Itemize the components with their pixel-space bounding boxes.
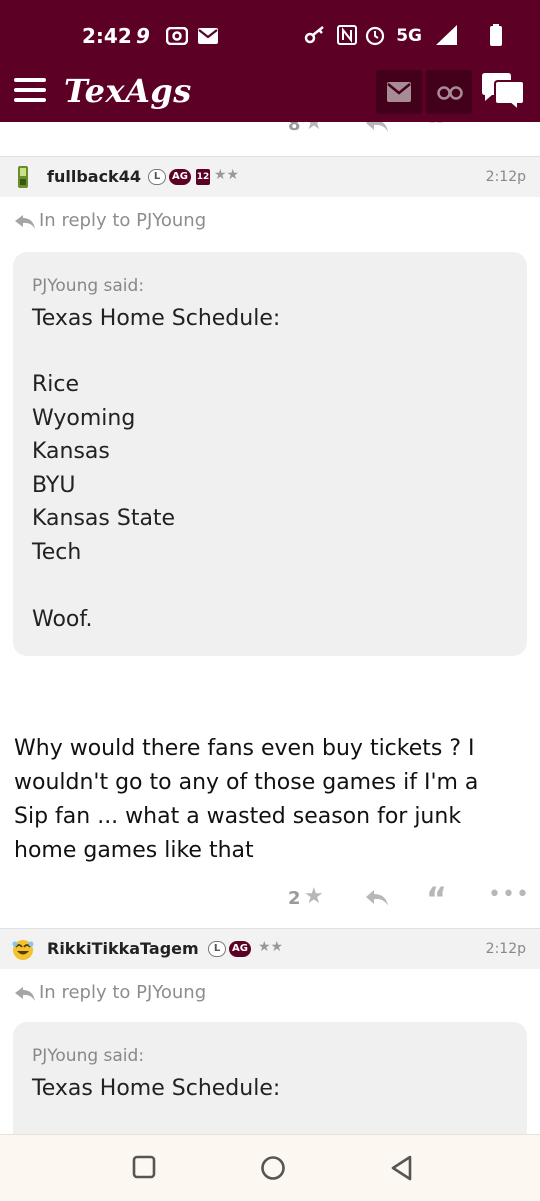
battery-icon (490, 24, 502, 46)
star-icon[interactable]: ★ (304, 122, 324, 135)
status-bar: 2:42 9 5G (0, 22, 540, 52)
post-body-line: Sip fan ... what a wasted season for jun… (14, 804, 462, 829)
post-time: 2:12p (485, 941, 526, 957)
thread-content: 8 ★ “ ••• fullback44 L AG 12 ★★ 2:12p In… (0, 122, 540, 1134)
camera-icon (166, 27, 188, 45)
network-type: 5G (396, 26, 422, 46)
9-icon: 9 (136, 24, 150, 48)
badge-ag: AG (229, 941, 251, 957)
quote-block: PJYoung said: Texas Home Schedule: (13, 1022, 527, 1134)
back-icon[interactable] (390, 1155, 414, 1181)
star-icon[interactable]: ★ (304, 884, 324, 909)
post-body-line: Why would there fans even buy tickets ? … (14, 736, 475, 761)
badge-12th-man: 12 (196, 169, 210, 185)
system-nav-bar (0, 1134, 540, 1201)
badge-lifetime: L (208, 941, 226, 957)
recents-icon[interactable] (132, 1155, 156, 1179)
quote-line: Woof. (32, 607, 93, 632)
home-icon[interactable] (260, 1155, 286, 1181)
quote-line: Texas Home Schedule: (32, 306, 281, 331)
quote-line: Rice (32, 372, 80, 397)
app-header: 2:42 9 5G TexAgs (0, 0, 540, 122)
watch-button[interactable] (426, 70, 472, 114)
more-icon[interactable]: ••• (488, 122, 530, 133)
star-count: 2 (288, 888, 301, 909)
nfc-icon (337, 25, 357, 45)
quote-line: Kansas (32, 439, 110, 464)
reply-icon[interactable] (364, 888, 390, 908)
chat-icon[interactable] (480, 72, 526, 112)
quote-attribution: PJYoung said: (32, 1046, 145, 1066)
post-header: RikkiTikkaTagem L AG ★★ 2:12p (0, 928, 540, 969)
envelope-icon (387, 82, 411, 102)
site-logo[interactable]: TexAgs (64, 72, 192, 110)
more-icon[interactable]: ••• (488, 882, 530, 907)
username[interactable]: fullback44 (47, 167, 141, 186)
post-time: 2:12p (485, 169, 526, 185)
signal-icon (436, 25, 457, 45)
reply-icon[interactable] (364, 122, 390, 134)
status-time: 2:42 (82, 24, 132, 48)
star-count: 8 (288, 122, 301, 135)
quote-line: BYU (32, 473, 76, 498)
nav-row: TexAgs (0, 66, 540, 116)
user-stars: ★★ (214, 167, 240, 183)
post-body-line: wouldn't go to any of those games if I'm… (14, 770, 479, 795)
post-header: fullback44 L AG 12 ★★ 2:12p (0, 156, 540, 197)
quote-line: Texas Home Schedule: (32, 1076, 281, 1101)
mail-icon (198, 28, 218, 44)
menu-icon[interactable] (14, 78, 46, 104)
reply-arrow-icon (15, 215, 35, 229)
post-body-line: home games like that (14, 838, 254, 863)
badge-ag: AG (169, 169, 191, 185)
quote-block: PJYoung said: Texas Home Schedule: Rice … (13, 252, 527, 656)
avatar[interactable] (12, 165, 34, 189)
quote-line: Wyoming (32, 406, 136, 431)
previous-post-actions: 8 ★ “ ••• (0, 122, 540, 144)
messages-button[interactable] (376, 70, 422, 114)
avatar[interactable] (10, 937, 36, 961)
reply-to-text: In reply to PJYoung (39, 982, 207, 1003)
alarm-icon (365, 26, 385, 46)
reply-to-text: In reply to PJYoung (39, 210, 207, 231)
badge-lifetime: L (148, 169, 166, 185)
binoculars-icon (437, 86, 463, 100)
quote-icon[interactable]: “ (426, 122, 447, 144)
reply-arrow-icon (15, 987, 35, 1001)
username[interactable]: RikkiTikkaTagem (47, 939, 199, 958)
quote-line: Tech (32, 540, 82, 565)
post-actions: 2 ★ “ ••• (0, 880, 540, 918)
quote-attribution: PJYoung said: (32, 276, 145, 296)
quote-icon[interactable]: “ (426, 880, 447, 918)
quote-line: Kansas State (32, 506, 176, 531)
key-icon (304, 26, 324, 44)
user-stars: ★★ (258, 939, 284, 955)
